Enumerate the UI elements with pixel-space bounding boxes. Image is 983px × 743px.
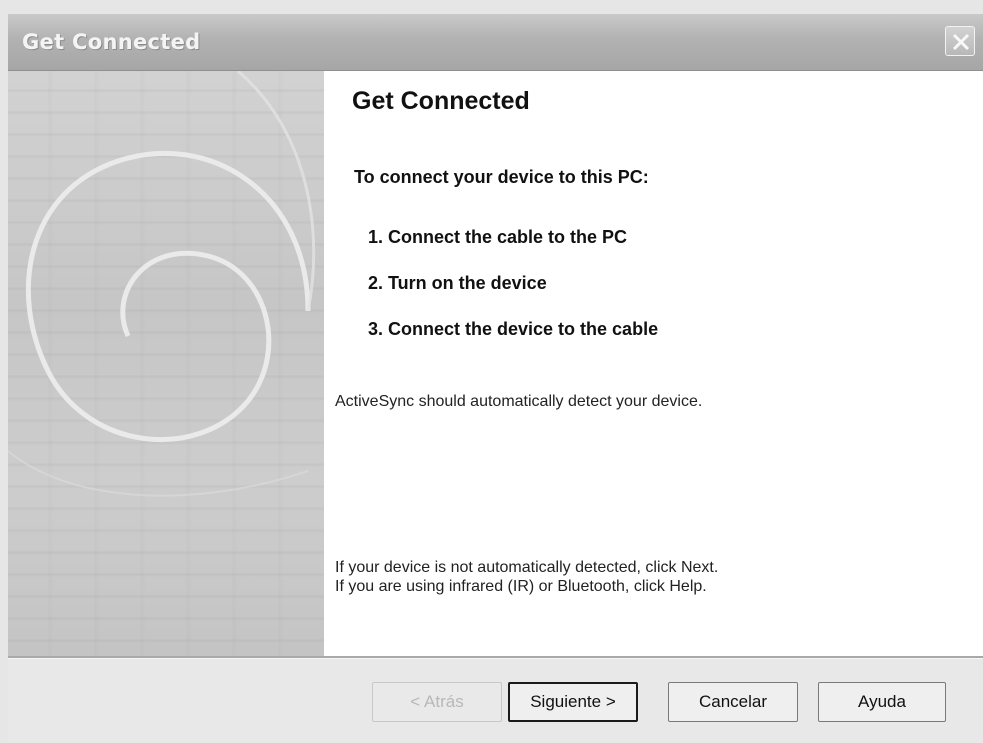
- page-heading: Get Connected: [352, 87, 530, 115]
- swirl-graphic: [8, 71, 316, 497]
- window-title: Get Connected: [22, 30, 201, 54]
- wizard-content: Get Connected To connect your device to …: [324, 71, 983, 656]
- wizard-side-art: [8, 71, 324, 656]
- step-item: 1. Connect the cable to the PC: [368, 227, 628, 247]
- help-note-help: If you are using infrared (IR) or Blueto…: [335, 578, 707, 595]
- next-button[interactable]: Siguiente >: [508, 682, 638, 722]
- step-item: 2. Turn on the device: [368, 273, 547, 293]
- step-item: 3. Connect the device to the cable: [368, 319, 659, 339]
- title-bar[interactable]: Get Connected: [8, 14, 983, 71]
- help-button[interactable]: Ayuda: [818, 682, 946, 722]
- help-note-next: If your device is not automatically dete…: [335, 559, 719, 576]
- close-icon: [952, 33, 970, 51]
- cancel-button[interactable]: Cancelar: [668, 682, 798, 722]
- get-connected-dialog: Get Connected Get Connected To connect y…: [0, 0, 983, 743]
- close-button[interactable]: [945, 26, 975, 56]
- detect-message: ActiveSync should automatically detect y…: [335, 393, 703, 410]
- intro-text: To connect your device to this PC:: [354, 167, 649, 187]
- back-button[interactable]: < Atrás: [372, 682, 502, 722]
